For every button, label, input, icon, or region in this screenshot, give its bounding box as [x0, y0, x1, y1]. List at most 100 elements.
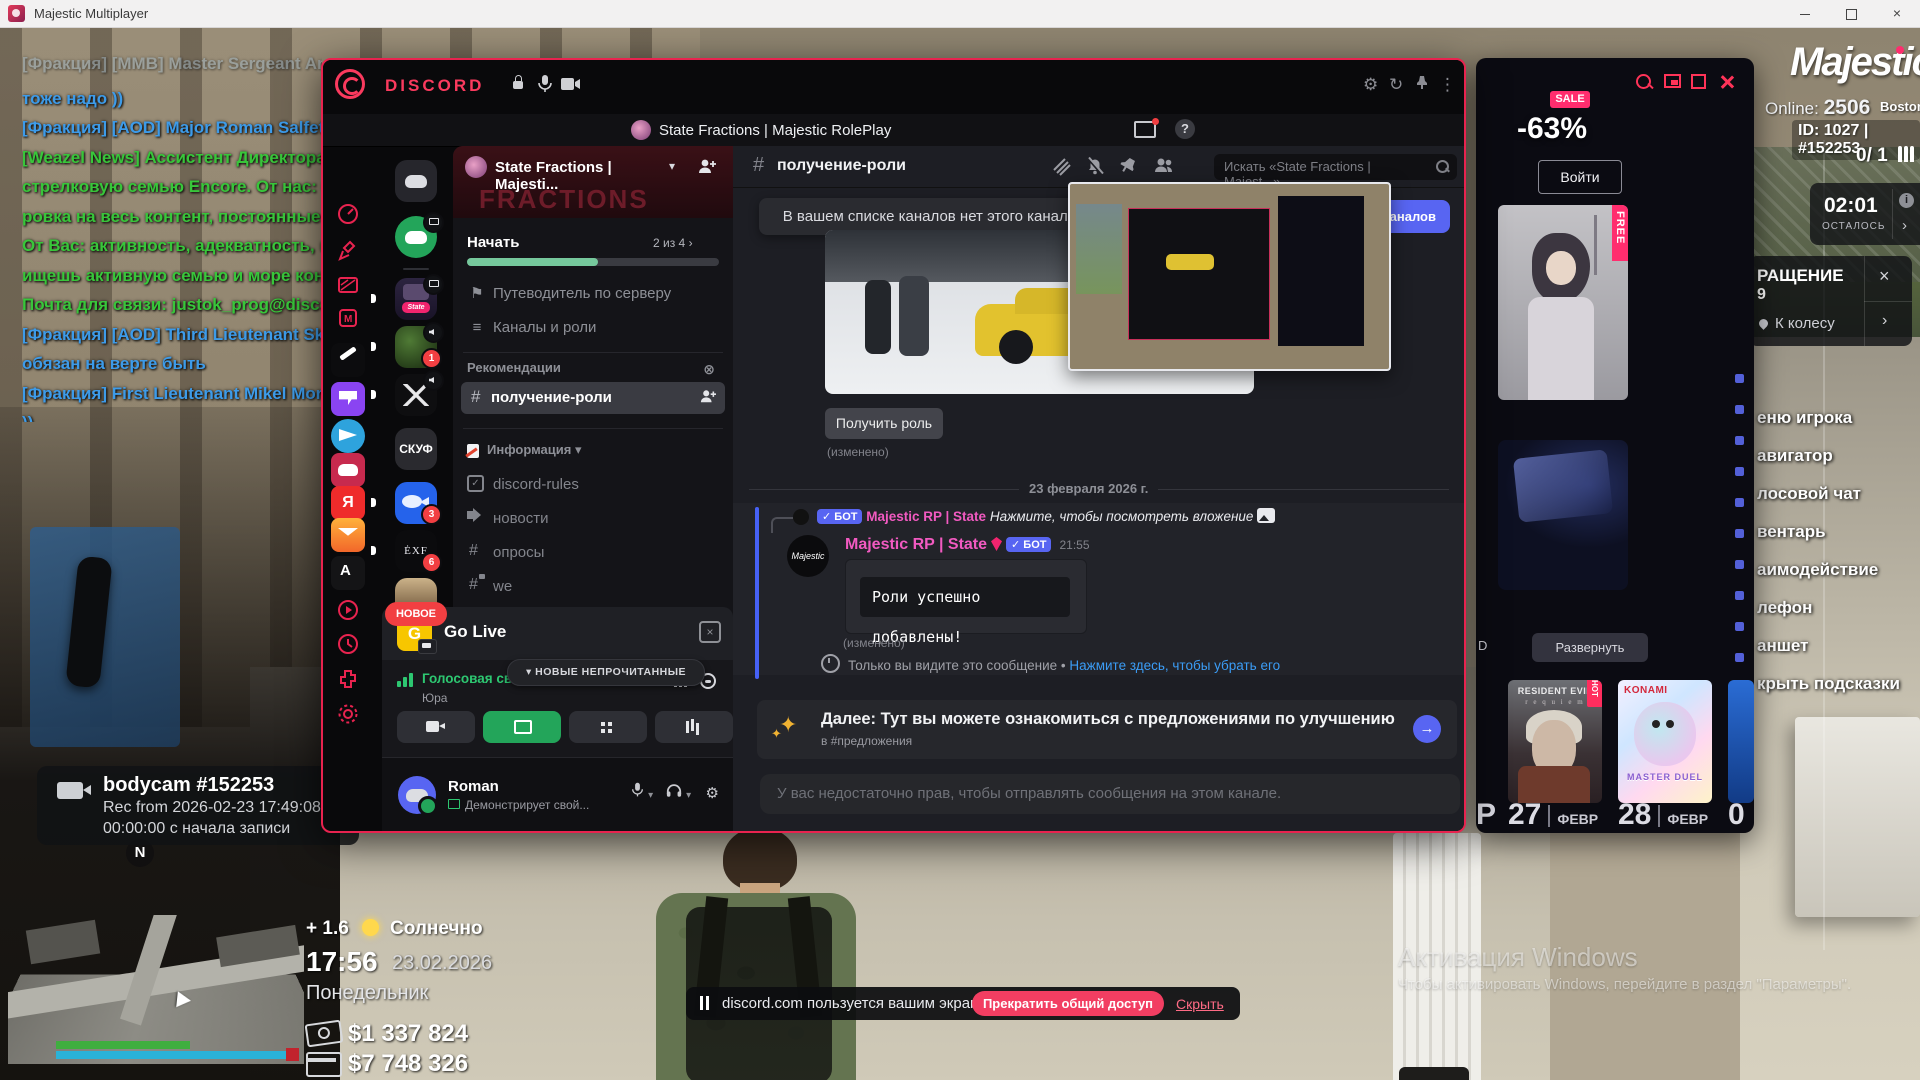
wheel-card[interactable]: РАЩЕНИЕ 9 К колесу × ›: [1749, 256, 1912, 346]
onboarding-title[interactable]: Начать: [467, 234, 519, 251]
chevron-down-icon[interactable]: ▾: [686, 790, 691, 801]
release-date: 28ФЕВР: [1618, 798, 1708, 832]
progress-fill: [467, 258, 598, 266]
wheel-close-icon[interactable]: ×: [1879, 266, 1890, 287]
game-tile-partial[interactable]: [1728, 680, 1754, 803]
mic-icon[interactable]: [537, 74, 553, 99]
settings-icon[interactable]: [336, 702, 360, 726]
discord-app-icon-active[interactable]: [331, 453, 365, 487]
play-icon[interactable]: [336, 598, 360, 622]
screenshare-button-active[interactable]: [483, 711, 561, 743]
category-information[interactable]: Информация ▾: [467, 442, 719, 464]
dismiss-ephemeral-link[interactable]: Нажмите здесь, чтобы убрать его: [1069, 658, 1280, 673]
info-icon[interactable]: i: [1899, 193, 1914, 208]
mic-icon[interactable]: [631, 785, 644, 802]
chevron-down-icon[interactable]: ▾: [648, 790, 653, 801]
hide-link[interactable]: Скрыть: [1176, 996, 1224, 1012]
translate-icon[interactable]: [331, 556, 365, 590]
channel-item-news[interactable]: новости: [467, 506, 719, 534]
image-attachment-icon: [1257, 508, 1275, 523]
bot-name[interactable]: Majestic RP | State: [845, 536, 987, 553]
dismiss-icon[interactable]: ⊗: [703, 361, 715, 378]
wheel-title: РАЩЕНИЕ: [1757, 266, 1844, 286]
extensions-icon[interactable]: [336, 667, 360, 691]
dm-home-button[interactable]: [395, 160, 437, 202]
maximize-button[interactable]: [1828, 0, 1874, 26]
pinned-messages-icon[interactable]: [1119, 156, 1137, 180]
channel-item-polls[interactable]: # опросы: [467, 540, 719, 568]
search-input[interactable]: Искать «State Fractions | Majest...»: [1214, 154, 1457, 180]
unread-banner[interactable]: ▾ НОВЫЕ НЕПРОЧИТАННЫЕ: [507, 659, 705, 686]
channel-item-rules[interactable]: ✓ discord-rules: [467, 472, 719, 500]
chevron-right-icon[interactable]: ›: [1902, 217, 1907, 234]
refresh-icon[interactable]: ↻: [1389, 75, 1403, 95]
promo-banner[interactable]: [1498, 205, 1628, 400]
game-tile-resident-evil[interactable]: RESIDENT EVIL r e q u i e m HOT: [1508, 680, 1602, 803]
edited-label: (изменено): [827, 445, 889, 459]
channel-item-we[interactable]: # we: [467, 574, 719, 602]
channel-item-active[interactable]: # получение-роли: [461, 382, 725, 414]
bell-muted-icon[interactable]: [1085, 156, 1105, 181]
ephemeral-indicator-bar: [755, 507, 759, 679]
cleaner-icon[interactable]: [336, 239, 360, 263]
lock-icon: [479, 574, 485, 579]
stop-sharing-button[interactable]: Прекратить общий доступ: [972, 991, 1164, 1016]
dismiss-icon[interactable]: ×: [699, 621, 721, 643]
person-add-icon[interactable]: [699, 388, 717, 409]
progress-bar: [467, 258, 719, 266]
user-panel[interactable]: Roman Демонстрирует свой... ▾ ▾ ⚙: [382, 757, 733, 833]
pip-icon[interactable]: [1664, 74, 1684, 94]
help-icon[interactable]: ?: [1175, 119, 1195, 139]
expand-button[interactable]: Развернуть: [1532, 633, 1648, 662]
bot-avatar[interactable]: Majestic: [787, 535, 829, 577]
server-skuf[interactable]: СКУФ: [395, 428, 437, 470]
megaphone-icon: [467, 511, 475, 519]
members-icon[interactable]: [1153, 156, 1175, 179]
video-icon[interactable]: [561, 77, 581, 96]
windows-activation-subtitle: Чтобы активировать Windows, перейдите в …: [1398, 976, 1851, 993]
lock-icon: [513, 81, 523, 89]
headphones-icon[interactable]: [666, 785, 682, 802]
activities-button[interactable]: [569, 711, 647, 743]
go-arrow-button[interactable]: →: [1413, 715, 1441, 743]
close-button[interactable]: ×: [1874, 0, 1920, 26]
settings-gear-icon[interactable]: ⚙: [706, 785, 719, 802]
voice-channel-name[interactable]: Юра: [422, 691, 447, 705]
history-icon[interactable]: [336, 632, 360, 656]
sidebar-item-channels-roles[interactable]: ≡ Каналы и роли: [461, 314, 725, 344]
kebab-icon[interactable]: ⋮: [1439, 75, 1456, 95]
threads-icon[interactable]: [1051, 156, 1071, 181]
twitch-icon[interactable]: [331, 382, 365, 416]
server-header[interactable]: State Fractions | Majesti... ▾: [465, 156, 721, 180]
game-app-icon[interactable]: [331, 343, 365, 377]
timer-card[interactable]: 02:01 ОСТАЛОСЬ i ›: [1810, 183, 1920, 245]
server-icon: [631, 120, 651, 140]
discord-overlay-window: DISCORD ⚙ ↻ ⋮ State Fractions | Majestic…: [321, 58, 1466, 833]
search-icon[interactable]: [1636, 74, 1656, 94]
get-role-button[interactable]: Получить роль: [825, 408, 943, 439]
person-add-icon[interactable]: [697, 157, 717, 179]
camera-button[interactable]: [397, 711, 475, 743]
mail-icon[interactable]: [331, 518, 365, 552]
wheel-arrow-icon[interactable]: ›: [1882, 312, 1887, 330]
maximize-icon[interactable]: [1691, 74, 1711, 94]
wallpaper-icon[interactable]: [336, 273, 360, 297]
login-button[interactable]: Войти: [1538, 160, 1622, 194]
speed-dial-icon[interactable]: [336, 202, 360, 226]
telegram-icon[interactable]: [331, 419, 365, 453]
yandex-icon[interactable]: Я: [331, 486, 365, 520]
game-tile-master-duel[interactable]: KONAMI MASTER DUEL: [1618, 680, 1712, 803]
gear-icon[interactable]: ⚙: [1363, 75, 1378, 95]
reply-preview[interactable]: ✓ БОТ Majestic RP | State Нажмите, чтобы…: [793, 508, 1275, 528]
sale-tile[interactable]: [1498, 440, 1628, 590]
close-icon[interactable]: [1720, 74, 1740, 94]
minimize-button[interactable]: [1782, 0, 1828, 26]
wheel-button[interactable]: К колесу: [1775, 315, 1835, 332]
rules-icon: ✓: [467, 475, 484, 492]
pin-icon[interactable]: [1415, 75, 1429, 95]
soundboard-button[interactable]: [655, 711, 733, 743]
next-step-embed[interactable]: ✦ ✦ Далее: Тут вы можете ознакомиться с …: [757, 700, 1457, 759]
message-input-disabled[interactable]: У вас недостаточно прав, чтобы отправлят…: [760, 774, 1460, 814]
mods-icon[interactable]: M: [336, 306, 360, 330]
sidebar-item-guide[interactable]: ⚑ Путеводитель по серверу: [461, 280, 725, 310]
